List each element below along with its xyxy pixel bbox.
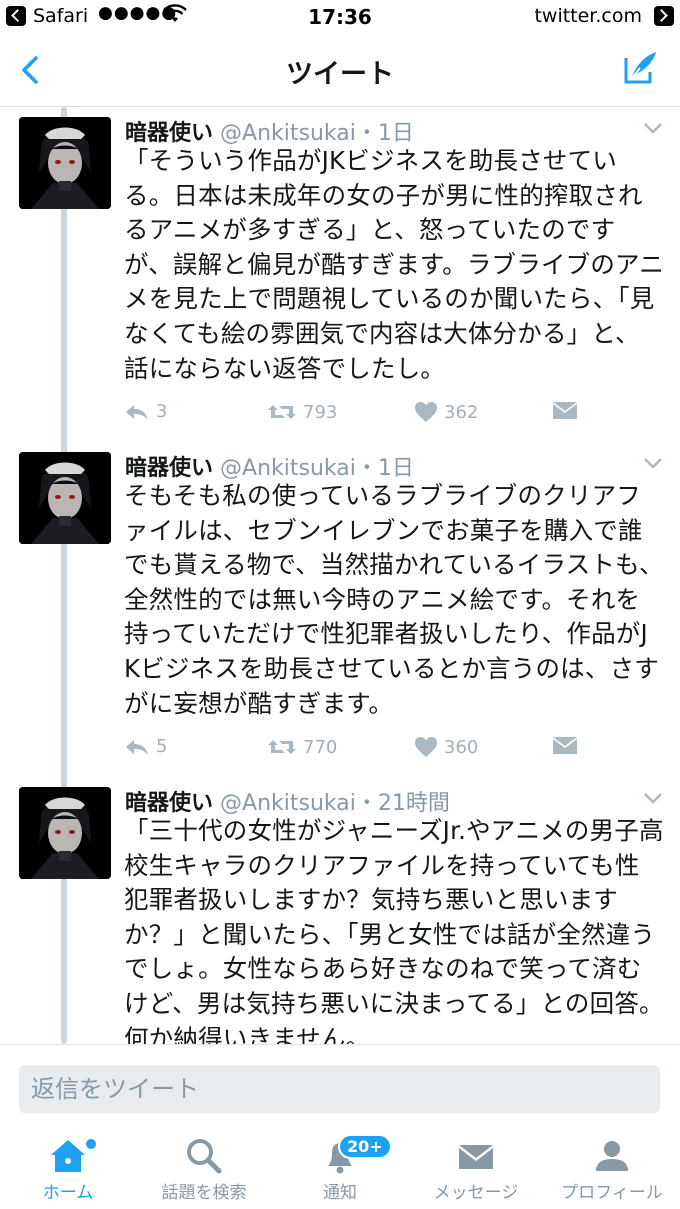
retweet-count: 770 xyxy=(303,736,338,758)
timestamp: 1日 xyxy=(377,121,414,146)
envelope-icon xyxy=(553,737,577,754)
chevron-down-icon[interactable] xyxy=(642,456,664,470)
status-bar: Safari ●●●●● 17:36 twitter.com xyxy=(0,0,680,34)
reply-input[interactable]: 返信をツイート xyxy=(19,1065,660,1113)
reply-icon xyxy=(126,739,148,755)
avatar[interactable] xyxy=(19,787,111,879)
tweet-thread: 暗器使い @Ankitsukai・1日 「そういう作品がJKビジネスを助長させて… xyxy=(0,107,680,1044)
username[interactable]: @Ankitsukai xyxy=(220,456,356,481)
new-content-dot xyxy=(86,1139,96,1149)
tweet-header: 暗器使い @Ankitsukai・1日 xyxy=(125,115,414,147)
username[interactable]: @Ankitsukai xyxy=(220,791,356,816)
envelope-icon xyxy=(459,1145,493,1169)
like-button[interactable]: 360 xyxy=(414,736,478,758)
tweet-actions: 3 793 362 xyxy=(124,401,584,431)
tweet[interactable]: 暗器使い @Ankitsukai・21時間 「三十代の女性がジャニーズJr.やア… xyxy=(0,781,680,1044)
retweet-icon xyxy=(268,740,296,754)
retweet-count: 793 xyxy=(303,401,338,423)
avatar[interactable] xyxy=(19,452,111,544)
timestamp: 21時間 xyxy=(377,791,450,816)
retweet-icon xyxy=(268,405,296,419)
separator: ・ xyxy=(355,791,378,816)
reply-button[interactable]: 3 xyxy=(124,401,167,422)
retweet-button[interactable]: 770 xyxy=(267,736,337,758)
tab-home[interactable]: ホーム xyxy=(0,1136,136,1203)
tweet-text: 「そういう作品がJKビジネスを助長させている。日本は未成年の女の子が男に性的搾取… xyxy=(124,146,664,383)
chevron-down-icon[interactable] xyxy=(642,791,664,805)
retweet-button[interactable]: 793 xyxy=(267,401,337,423)
tweet-actions: 5 770 360 xyxy=(124,736,584,766)
display-name[interactable]: 暗器使い xyxy=(125,791,213,816)
tweet[interactable]: 暗器使い @Ankitsukai・1日 「そういう作品がJKビジネスを助長させて… xyxy=(0,111,680,441)
tab-label: 通知 xyxy=(323,1183,357,1203)
direct-message-button[interactable] xyxy=(552,736,584,756)
tab-label: ホーム xyxy=(42,1183,94,1203)
notification-badge: 20+ xyxy=(338,1134,392,1159)
like-count: 360 xyxy=(444,736,479,758)
compose-tweet-icon[interactable] xyxy=(620,48,660,88)
tab-search[interactable]: 話題を検索 xyxy=(136,1136,272,1203)
username[interactable]: @Ankitsukai xyxy=(220,121,356,146)
like-count: 362 xyxy=(444,401,479,423)
display-name[interactable]: 暗器使い xyxy=(125,456,213,481)
reply-bar: 返信をツイート xyxy=(0,1044,680,1127)
envelope-icon xyxy=(553,402,577,419)
page-title: ツイート xyxy=(286,59,394,90)
nav-bar: ツイート xyxy=(0,34,680,107)
reply-button[interactable]: 5 xyxy=(124,736,167,757)
separator: ・ xyxy=(355,456,378,481)
reply-icon xyxy=(126,404,148,420)
tab-label: プロフィール xyxy=(561,1183,663,1203)
home-icon xyxy=(51,1140,85,1172)
tab-profile[interactable]: プロフィール xyxy=(544,1136,680,1203)
tweet-text: そもそも私の使っているラブライブのクリアファイルは、セブンイレブンでお菓子を購入… xyxy=(124,481,664,718)
tweet[interactable]: 暗器使い @Ankitsukai・1日 そもそも私の使っているラブライブのクリア… xyxy=(0,446,680,776)
display-name[interactable]: 暗器使い xyxy=(125,121,213,146)
like-button[interactable]: 362 xyxy=(414,401,478,423)
timestamp: 1日 xyxy=(377,456,414,481)
tweet-text: 「三十代の女性がジャニーズJr.やアニメの男子高校生キャラのクリアファイルを持っ… xyxy=(124,816,664,1044)
tweet-header: 暗器使い @Ankitsukai・21時間 xyxy=(125,785,450,817)
heart-icon xyxy=(415,402,437,422)
direct-message-button[interactable] xyxy=(552,401,584,421)
reply-count: 5 xyxy=(156,736,168,757)
forward-icon[interactable] xyxy=(654,6,674,26)
heart-icon xyxy=(415,737,437,757)
avatar[interactable] xyxy=(19,117,111,209)
search-icon xyxy=(187,1139,222,1174)
tab-label: 話題を検索 xyxy=(161,1183,247,1203)
tweet-header: 暗器使い @Ankitsukai・1日 xyxy=(125,450,414,482)
person-icon xyxy=(596,1141,628,1171)
tab-messages[interactable]: メッセージ xyxy=(408,1136,544,1203)
site-url: twitter.com xyxy=(534,5,642,27)
tab-label: メッセージ xyxy=(433,1183,519,1203)
separator: ・ xyxy=(355,121,378,146)
chevron-down-icon[interactable] xyxy=(642,121,664,135)
reply-count: 3 xyxy=(156,401,168,422)
